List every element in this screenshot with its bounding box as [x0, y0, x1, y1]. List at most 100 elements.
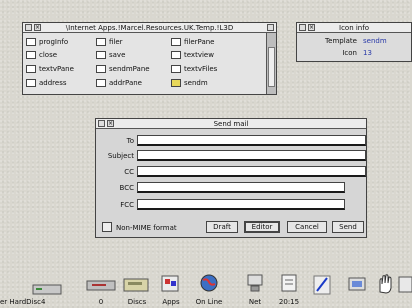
filer-content: progInfo close textvPane address filer save se… — [23, 33, 266, 94]
cancel-button[interactable]: Cancel — [287, 221, 327, 233]
icon-label: Icon — [342, 49, 357, 57]
icon-bar-item-task-manager[interactable] — [374, 272, 396, 298]
icon-value: 13 — [363, 49, 372, 57]
file-item[interactable]: textview — [171, 49, 214, 61]
to-field[interactable] — [137, 135, 366, 146]
hand-icon — [379, 274, 392, 294]
send-mail-window: × Send mail To Subject CC BCC FCC Non-MI… — [95, 118, 367, 238]
file-item[interactable]: save — [96, 49, 125, 61]
file-icon — [96, 65, 106, 73]
file-name: textview — [184, 51, 214, 59]
icon-info-window: × Icon info Template sendm Icon 13 — [296, 22, 412, 62]
icon-bar-label: Net — [248, 298, 262, 306]
toggle-size-icon[interactable] — [267, 24, 274, 31]
icon-bar: er HardDisc4 0 Discs Apps On Line Net 20… — [0, 272, 412, 308]
editor-button[interactable]: Editor — [244, 221, 280, 233]
subject-label: Subject — [107, 152, 134, 160]
icon-bar-label: Discs — [127, 298, 147, 306]
icon-bar-label: On Line — [195, 298, 223, 306]
icon-bar-item-clock[interactable]: 20:15 — [274, 272, 304, 306]
close-icon[interactable]: × — [34, 24, 41, 31]
subject-row: Subject — [96, 150, 368, 162]
file-item[interactable]: progInfo — [26, 36, 68, 48]
icon-bar-item-online[interactable]: On Line — [192, 272, 226, 306]
globe-icon — [200, 274, 218, 292]
bcc-label: BCC — [119, 184, 134, 192]
file-icon — [171, 65, 181, 73]
file-item[interactable]: filerPane — [171, 36, 214, 48]
file-icon — [96, 51, 106, 59]
icon-bar-item-edit[interactable] — [310, 272, 334, 298]
file-icon — [171, 79, 181, 87]
cc-row: CC — [96, 166, 368, 178]
icon-info-title: Icon info — [339, 24, 369, 32]
icon-bar-item-extra[interactable] — [398, 272, 412, 298]
icon-bar-item-drive[interactable]: 0 — [84, 272, 118, 306]
file-icon — [96, 38, 106, 46]
file-item[interactable]: address — [26, 77, 67, 89]
file-name: progInfo — [39, 38, 69, 46]
file-name: sendmPane — [109, 65, 150, 73]
icon-bar-label: 20:15 — [278, 298, 300, 306]
hard-disc-icon — [32, 284, 62, 295]
icon-bar-item-display[interactable] — [346, 272, 368, 298]
window-icon — [398, 276, 412, 293]
icon-bar-item-discs[interactable]: Discs — [120, 272, 154, 306]
bcc-field[interactable] — [137, 182, 345, 193]
icon-bar-label: 0 — [98, 298, 104, 306]
to-row: To — [96, 135, 368, 147]
file-icon — [26, 65, 36, 73]
file-name: textvFiles — [184, 65, 218, 73]
scrollbar-thumb[interactable] — [268, 47, 275, 87]
file-name: close — [39, 51, 58, 59]
template-row: Template sendm — [297, 36, 411, 46]
filer-titlebar[interactable]: × \Internet Apps.!Marcel.Resources.UK.Te… — [23, 23, 276, 33]
discs-icon — [123, 278, 149, 292]
filer-window: × \Internet Apps.!Marcel.Resources.UK.Te… — [22, 22, 277, 95]
file-name: address — [39, 79, 67, 87]
icon-info-titlebar[interactable]: × Icon info — [297, 23, 411, 33]
file-name: save — [109, 51, 126, 59]
bcc-row: BCC — [96, 182, 368, 194]
icon-row: Icon 13 — [297, 48, 411, 58]
file-item[interactable]: textvFiles — [171, 63, 217, 75]
file-name: sendm — [184, 79, 208, 87]
apps-icon — [161, 275, 179, 292]
file-item[interactable]: textvPane — [26, 63, 74, 75]
template-label: Template — [325, 37, 357, 45]
non-mime-label: Non-MIME format — [116, 224, 177, 232]
draft-button[interactable]: Draft — [206, 221, 238, 233]
cc-field[interactable] — [137, 166, 366, 177]
back-icon[interactable] — [25, 24, 32, 31]
file-name: textvPane — [39, 65, 74, 73]
file-icon — [171, 38, 181, 46]
file-icon — [26, 38, 36, 46]
send-mail-titlebar[interactable]: × Send mail — [96, 119, 366, 129]
subject-field[interactable] — [137, 150, 366, 161]
send-button[interactable]: Send — [332, 221, 364, 233]
file-icon — [26, 51, 36, 59]
floppy-drive-icon — [86, 280, 116, 291]
icon-bar-item-apps[interactable]: Apps — [156, 272, 186, 306]
file-item[interactable]: sendm — [171, 77, 208, 89]
file-item[interactable]: addrPane — [96, 77, 142, 89]
icon-bar-item-harddisc[interactable]: er HardDisc4 — [0, 284, 70, 306]
file-name: addrPane — [109, 79, 142, 87]
filer-title: \Internet Apps.!Marcel.Resources.UK.Temp… — [65, 24, 234, 32]
clock-icon — [281, 274, 297, 292]
fcc-label: FCC — [120, 201, 134, 209]
to-label: To — [126, 137, 134, 145]
file-item[interactable]: close — [26, 49, 57, 61]
filer-scrollbar[interactable] — [266, 33, 276, 94]
fcc-field[interactable] — [137, 199, 345, 210]
file-item[interactable]: filer — [96, 36, 123, 48]
file-icon — [171, 51, 181, 59]
network-icon — [247, 274, 263, 292]
file-item[interactable]: sendmPane — [96, 63, 150, 75]
icon-bar-item-net[interactable]: Net — [240, 272, 270, 306]
fcc-row: FCC — [96, 199, 368, 211]
non-mime-checkbox[interactable] — [102, 222, 112, 232]
pen-icon — [313, 275, 331, 295]
cc-label: CC — [124, 168, 134, 176]
display-icon — [348, 277, 366, 291]
